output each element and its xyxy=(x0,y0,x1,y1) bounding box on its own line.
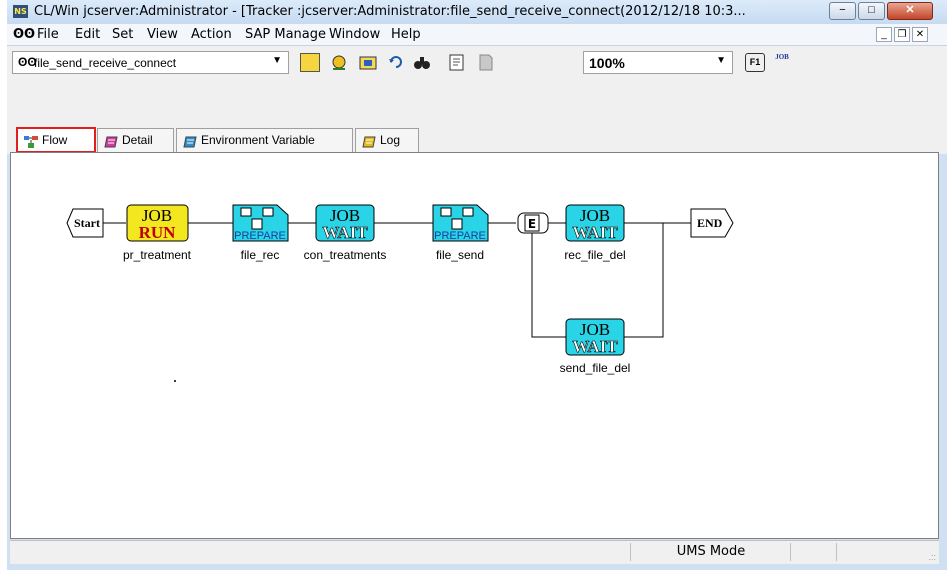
job-node-con-treatments[interactable]: JOB WAIT con_treatments xyxy=(304,204,387,262)
print-preview-icon[interactable] xyxy=(447,53,467,72)
tab-log-label: Log xyxy=(380,133,401,147)
job-node-rec-file-del[interactable]: JOB WAIT rec_file_del xyxy=(564,204,626,262)
connector-line xyxy=(624,223,664,338)
status-cell xyxy=(836,543,937,561)
zoom-value: 100% xyxy=(589,55,625,71)
menu-file[interactable]: File xyxy=(37,27,59,42)
tab-detail[interactable]: Detail xyxy=(97,128,174,152)
tab-log[interactable]: Log xyxy=(355,128,419,152)
menu-sap-manage[interactable]: SAP Manage xyxy=(245,27,326,42)
end-label: END xyxy=(697,216,723,230)
flow-icon xyxy=(23,134,39,148)
flow-diagram: Start JOB RUN pr_treatment PREPARE file_… xyxy=(66,204,734,382)
job-node-pr-treatment[interactable]: JOB RUN pr_treatment xyxy=(123,204,192,262)
tab-flow-label: Flow xyxy=(42,133,68,147)
mdi-close-button[interactable]: ✕ xyxy=(912,27,928,42)
start-label: Start xyxy=(74,216,100,230)
environment-variable-icon xyxy=(182,134,198,148)
document-window-icon[interactable]: ʘʘ xyxy=(13,27,35,42)
jobnet-select[interactable]: ʘʘ file_send_receive_connect ▼ xyxy=(12,51,289,74)
job-wait-line2: WAIT xyxy=(322,223,368,242)
canvas-dot xyxy=(174,380,176,382)
job-node-send-file-del[interactable]: JOB WAIT send_file_del xyxy=(560,318,631,375)
app-icon: NS xyxy=(13,5,28,18)
tab-flow[interactable]: Flow xyxy=(16,127,96,153)
job-label-rec-file-del: rec_file_del xyxy=(564,248,625,262)
end-node[interactable]: END xyxy=(690,208,734,238)
jobnet-select-value: file_send_receive_connect xyxy=(34,56,177,70)
mdi-restore-button[interactable]: ❐ xyxy=(894,27,910,42)
job-label-file-rec: file_rec xyxy=(241,248,280,262)
menu-view[interactable]: View xyxy=(147,27,178,42)
job-label-file-send: file_send xyxy=(436,248,484,262)
tab-environment-variable[interactable]: Environment Variable xyxy=(176,128,353,152)
status-bar: UMS Mode .:: xyxy=(10,540,939,564)
mdi-minimize-button[interactable]: _ xyxy=(876,27,892,42)
prepare-text: PREPARE xyxy=(434,230,486,242)
job-run-line2: RUN xyxy=(139,223,177,242)
status-message xyxy=(10,543,630,561)
monitor-icon[interactable] xyxy=(329,53,349,72)
find-icon[interactable] xyxy=(412,53,432,72)
resize-grip[interactable]: .:: xyxy=(928,552,936,562)
job-label-con-treatments: con_treatments xyxy=(304,248,387,262)
job-label-send-file-del: send_file_del xyxy=(560,361,631,375)
connector-line xyxy=(531,233,566,338)
title-bar[interactable]: NS CL/Win jcserver:Administrator - [Trac… xyxy=(7,0,947,24)
status-cell xyxy=(790,543,837,561)
zoom-select[interactable]: 100% ▼ xyxy=(583,51,733,74)
tab-environment-variable-label: Environment Variable xyxy=(201,133,315,147)
job-wait-line2: WAIT xyxy=(572,223,618,242)
start-node[interactable]: Start xyxy=(66,208,104,238)
close-button[interactable]: ✕ xyxy=(887,2,933,20)
menu-help[interactable]: Help xyxy=(391,27,421,42)
status-mode: UMS Mode xyxy=(630,543,791,561)
menu-window[interactable]: Window xyxy=(329,27,380,42)
chevron-down-icon[interactable]: ▼ xyxy=(716,55,726,66)
flow-canvas[interactable]: Start JOB RUN pr_treatment PREPARE file_… xyxy=(10,152,939,539)
menu-action[interactable]: Action xyxy=(191,27,232,42)
document-icon[interactable] xyxy=(476,53,496,72)
prepare-text: PREPARE xyxy=(234,230,286,242)
folder-icon[interactable] xyxy=(358,53,378,72)
tab-detail-label: Detail xyxy=(122,133,153,147)
tracker-icon[interactable] xyxy=(300,53,320,72)
job-wait-line2: WAIT xyxy=(572,337,618,356)
help-f1-icon[interactable]: F1 xyxy=(745,53,765,72)
chevron-down-icon[interactable]: ▼ xyxy=(272,55,282,66)
detail-icon xyxy=(103,134,119,148)
menu-bar: ʘʘ File Edit Set View Action SAP Manage … xyxy=(7,24,947,46)
refresh-icon[interactable] xyxy=(386,53,406,72)
toolbar: ʘʘ file_send_receive_connect ▼ 100% ▼ F1… xyxy=(7,46,947,81)
branch-icon: E xyxy=(528,217,536,231)
job-label-pr-treatment: pr_treatment xyxy=(123,248,192,262)
prepare-node-file-rec[interactable]: PREPARE file_rec xyxy=(232,204,289,262)
log-icon xyxy=(361,134,377,148)
minimize-button[interactable]: − xyxy=(829,2,856,20)
prepare-node-file-send[interactable]: PREPARE file_send xyxy=(432,204,489,262)
menu-edit[interactable]: Edit xyxy=(75,27,100,42)
branch-node[interactable]: E xyxy=(517,212,549,234)
job-icon[interactable]: JOB xyxy=(772,53,792,72)
menu-set[interactable]: Set xyxy=(112,27,133,42)
window-title: CL/Win jcserver:Administrator - [Tracker… xyxy=(34,4,746,19)
maximize-button[interactable]: □ xyxy=(858,2,885,20)
